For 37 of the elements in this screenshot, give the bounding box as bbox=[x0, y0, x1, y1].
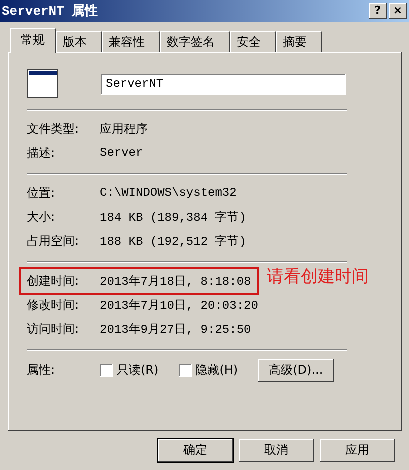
property-label: 访问时间: bbox=[27, 320, 80, 338]
tab[interactable]: 摘要 bbox=[276, 31, 322, 52]
property-value: 2013年9月27日, 9:25:50 bbox=[100, 322, 252, 338]
property-label: 占用空间: bbox=[27, 232, 80, 250]
checkbox[interactable] bbox=[178, 364, 192, 376]
dialog-button[interactable]: 应用 bbox=[320, 439, 395, 462]
window-icon bbox=[27, 69, 59, 99]
name-field[interactable]: ServerNT bbox=[101, 74, 346, 94]
tab[interactable]: 安全 bbox=[230, 31, 276, 52]
property-value: 188 KB (192,512 字节) bbox=[100, 234, 248, 250]
tab[interactable]: 数字签名 bbox=[160, 31, 230, 52]
checkbox-label[interactable]: 隐藏(H) bbox=[196, 362, 238, 378]
tab[interactable]: 版本 bbox=[56, 31, 102, 52]
property-label: 大小: bbox=[27, 208, 56, 226]
dialog-button[interactable]: 取消 bbox=[239, 439, 314, 462]
property-value: C:\WINDOWS\system32 bbox=[100, 186, 238, 200]
dialog-button[interactable]: 确定 bbox=[158, 439, 233, 462]
advanced-button[interactable]: 高级(D)... bbox=[258, 358, 334, 382]
annotation-text: 请看创建时间 bbox=[267, 266, 370, 288]
property-label: 描述: bbox=[27, 144, 56, 162]
property-value: 2013年7月18日, 8:18:08 bbox=[100, 274, 252, 290]
checkbox-label[interactable]: 只读(R) bbox=[117, 362, 159, 378]
property-value: 184 KB (189,384 字节) bbox=[100, 210, 248, 226]
tab[interactable]: 常规 bbox=[10, 28, 56, 53]
property-value: 应用程序 bbox=[100, 120, 149, 138]
tab[interactable]: 兼容性 bbox=[102, 31, 160, 52]
property-label: 修改时间: bbox=[27, 296, 80, 314]
property-label: 位置: bbox=[27, 184, 56, 202]
window-title: ServerNT 属性 bbox=[2, 3, 98, 20]
property-value: 2013年7月10日, 20:03:20 bbox=[100, 298, 260, 314]
checkbox[interactable] bbox=[100, 364, 113, 376]
property-label: 属性: bbox=[27, 362, 56, 378]
property-label: 文件类型: bbox=[27, 120, 80, 138]
help-button[interactable]: ? bbox=[369, 3, 387, 19]
property-label: 创建时间: bbox=[27, 272, 80, 290]
close-button[interactable]: × bbox=[389, 3, 407, 19]
property-value: Server bbox=[100, 146, 144, 160]
